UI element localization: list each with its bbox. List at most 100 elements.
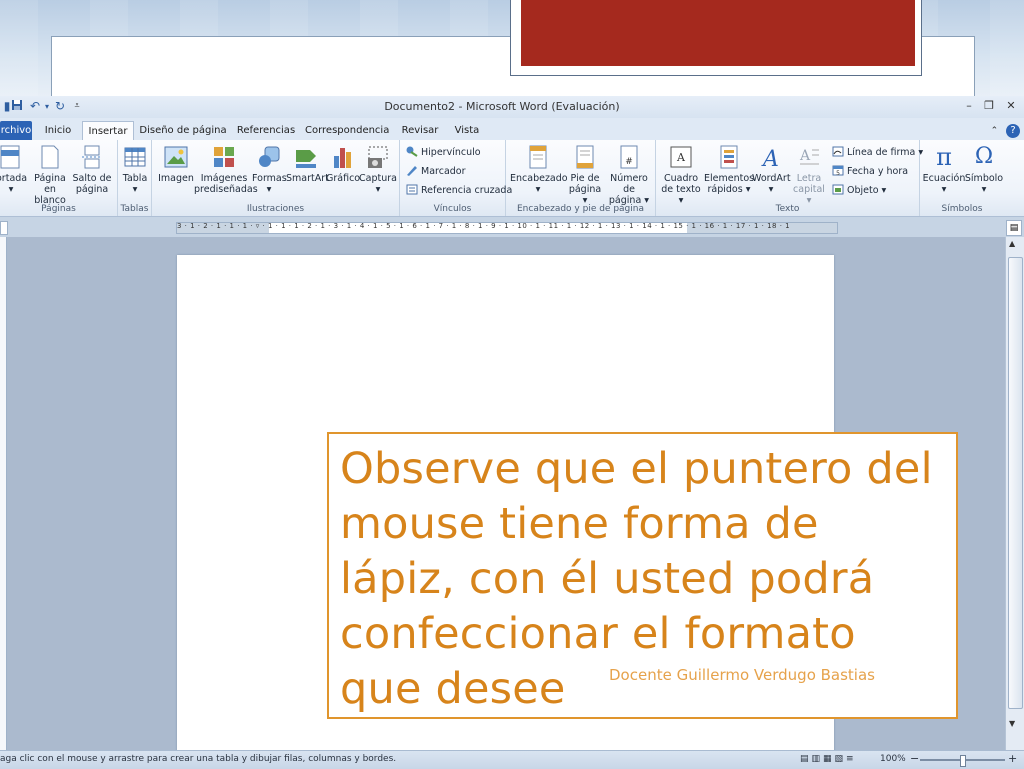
grafico-label: Gráfico	[326, 173, 361, 184]
zoom-slider[interactable]	[920, 755, 1005, 767]
captura-button[interactable]: Captura ▾	[358, 144, 398, 195]
text-box-icon: A	[670, 146, 692, 168]
formas-label: Formas	[252, 173, 287, 184]
zoom-level[interactable]: 100%	[880, 754, 906, 764]
tab-insertar[interactable]: Insertar	[82, 121, 134, 141]
vertical-ruler[interactable]	[0, 237, 7, 750]
smartart-icon	[296, 150, 316, 168]
restore-icon[interactable]: ❐	[980, 98, 998, 114]
header-icon	[529, 145, 547, 169]
tab-diseno-pagina[interactable]: Diseño de página	[139, 121, 227, 140]
zoom-slider-thumb[interactable]	[960, 755, 966, 767]
ribbon-help-area: ⌃ ?	[991, 122, 1020, 138]
minimize-icon[interactable]: –	[960, 98, 978, 114]
pagina-en-blanco-button[interactable]: Página en blanco	[28, 144, 72, 206]
blank-page-icon	[41, 145, 59, 169]
tab-selector[interactable]	[0, 221, 8, 235]
zoom-in-icon[interactable]: +	[1008, 752, 1017, 765]
fecha-hora-label: Fecha y hora	[847, 166, 909, 177]
footer-icon	[576, 145, 594, 169]
smartart-button[interactable]: SmartArt	[286, 144, 329, 184]
cuadro-label-2: de texto	[661, 184, 701, 195]
letra-label-2: capital	[793, 184, 825, 195]
hipervinculo-button[interactable]: Hipervínculo	[406, 146, 481, 159]
elementos-label-1: Elementos	[704, 173, 755, 184]
collapse-ribbon-icon[interactable]: ⌃	[991, 126, 999, 136]
portada-label: ortada	[0, 173, 28, 184]
numero-label-1: Número de	[610, 173, 648, 195]
close-icon[interactable]: ✕	[1002, 98, 1020, 114]
salto-label-1: Salto de	[72, 173, 112, 184]
omega-icon: Ω	[974, 144, 994, 169]
imagen-button[interactable]: Imagen	[156, 144, 196, 184]
tab-inicio[interactable]: Inicio	[38, 121, 78, 140]
en-blanco-label-2: en blanco	[34, 184, 66, 206]
pie-label-2: página	[568, 184, 602, 195]
salto-pagina-button[interactable]: Salto de página	[72, 144, 112, 195]
fecha-hora-button[interactable]: 5 Fecha y hora	[832, 165, 908, 178]
wordart-button[interactable]: A WordArt ▾	[752, 144, 791, 195]
ecuacion-button[interactable]: π Ecuación ▾	[922, 144, 966, 195]
scroll-up-icon[interactable]: ▲	[1009, 239, 1015, 248]
horizontal-ruler[interactable]: 3 · 1 · 2 · 1 · 1 · 1 · ▿ · 1 · 1 · 1 · …	[176, 222, 838, 234]
picture-icon	[164, 146, 188, 168]
cuadro-texto-button[interactable]: A Cuadro de texto ▾	[660, 144, 702, 206]
marcador-button[interactable]: Marcador	[406, 165, 466, 178]
tab-revisar[interactable]: Revisar	[397, 121, 443, 140]
ribbon-insertar: ortada▾ Páginaen blanco Salto depágina P…	[0, 140, 1024, 217]
group-simbolos: π Ecuación ▾ Ω Símbolo ▾ Símbolos	[920, 140, 1004, 216]
numero-pagina-button[interactable]: # Número de página ▾	[604, 144, 654, 206]
tab-correspondencia[interactable]: Correspondencia	[305, 121, 389, 140]
help-icon[interactable]: ?	[1006, 124, 1020, 138]
group-label-simbolos: Símbolos	[941, 204, 983, 214]
window-title: Documento2 - Microsoft Word (Evaluación)	[384, 100, 620, 113]
view-buttons-icon[interactable]: ▤▥▦▧≡	[800, 754, 857, 764]
group-label-ilustraciones: Ilustraciones	[246, 204, 305, 214]
cuadro-label-1: Cuadro	[663, 173, 698, 184]
slide-credit: Docente Guillermo Verdugo Bastias	[609, 666, 875, 684]
elementos-label-2: rápidos	[707, 184, 743, 195]
linea-firma-button[interactable]: Línea de firma ▾	[832, 146, 923, 159]
tab-referencias[interactable]: Referencias	[234, 121, 298, 140]
zoom-out-icon[interactable]: −	[910, 752, 919, 765]
signature-line-icon	[832, 146, 844, 157]
simbolo-label: Símbolo	[964, 173, 1004, 184]
formas-button[interactable]: Formas ▾	[252, 144, 287, 195]
linea-firma-label: Línea de firma	[847, 147, 916, 158]
ruler-row: 3 · 1 · 2 · 1 · 1 · 1 · ▿ · 1 · 1 · 1 · …	[0, 217, 1024, 237]
grafico-button[interactable]: Gráfico	[326, 144, 360, 184]
svg-text:5: 5	[836, 170, 840, 176]
objeto-button[interactable]: Objeto ▾	[832, 184, 886, 197]
group-vinculos: Hipervínculo Marcador Referencia cruzada…	[400, 140, 512, 216]
referencia-cruzada-button[interactable]: Referencia cruzada	[406, 184, 512, 197]
scrollbar-thumb[interactable]	[1008, 257, 1023, 709]
hyperlink-icon	[406, 146, 418, 157]
pi-icon: π	[936, 143, 952, 171]
hipervinculo-label: Hipervínculo	[421, 147, 481, 158]
scroll-down-icon[interactable]: ▼	[1009, 719, 1015, 728]
tabla-label: Tabla	[122, 173, 148, 184]
drop-cap-icon: A	[799, 148, 819, 165]
pie-label-1: Pie de	[570, 173, 600, 184]
object-icon	[832, 184, 844, 195]
encabezado-button[interactable]: Encabezado ▾	[510, 144, 568, 195]
view-ruler-icon[interactable]: ▤	[1006, 220, 1022, 236]
group-tablas: Tabla ▾ Tablas	[118, 140, 152, 216]
predis-label-2: prediseñadas	[194, 184, 258, 195]
letra-capital-button[interactable]: A Letra capital ▾	[790, 144, 828, 206]
tab-archivo[interactable]: rchivo	[0, 121, 32, 140]
vertical-scrollbar[interactable]: ▲ ▼	[1005, 237, 1024, 750]
group-label-vinculos: Vínculos	[433, 204, 472, 214]
ecuacion-label: Ecuación	[922, 173, 966, 184]
imagenes-predisenadas-button[interactable]: Imágenes prediseñadas	[194, 144, 258, 195]
encabezado-label: Encabezado	[510, 173, 568, 184]
elementos-rapidos-button[interactable]: Elementos rápidos ▾	[704, 144, 754, 195]
simbolo-button[interactable]: Ω Símbolo ▾	[964, 144, 1004, 195]
tabla-button[interactable]: Tabla ▾	[120, 144, 150, 195]
tab-vista[interactable]: Vista	[448, 121, 486, 140]
pie-pagina-button[interactable]: Pie de página ▾	[566, 144, 604, 206]
slide-text-box: Observe que el puntero del mouse tiene f…	[327, 432, 958, 719]
portada-button[interactable]: ortada▾	[0, 144, 28, 195]
group-texto: A Cuadro de texto ▾ Elementos rápidos ▾ A …	[656, 140, 923, 216]
table-icon	[124, 147, 146, 167]
